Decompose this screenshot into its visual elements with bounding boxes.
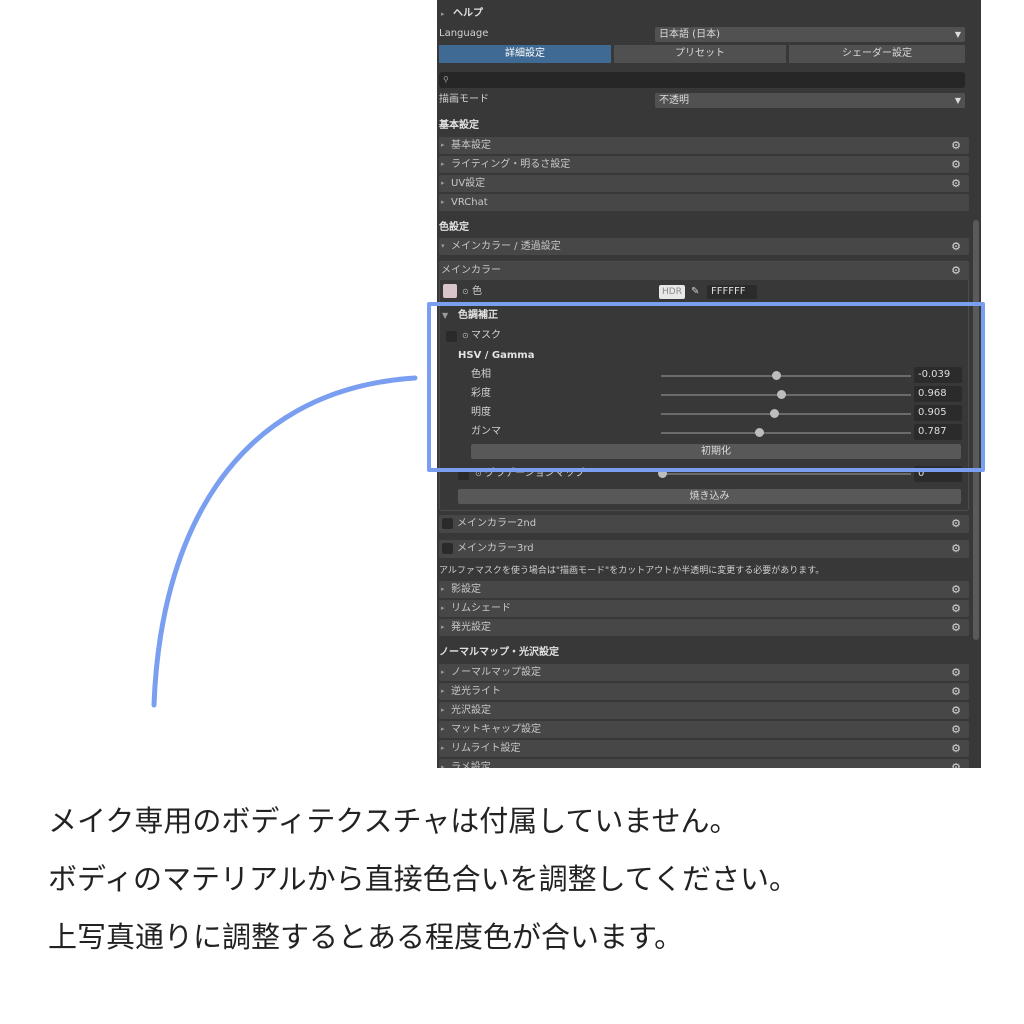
- caption-line-3: 上写真通りに調整するとある程度色が合います。: [48, 920, 684, 954]
- caption-line-2: ボディのマテリアルから直接色合いを調整してください。: [48, 862, 798, 896]
- caption-line-1: メイク専用のボディテクスチャは付属していません。: [48, 804, 739, 838]
